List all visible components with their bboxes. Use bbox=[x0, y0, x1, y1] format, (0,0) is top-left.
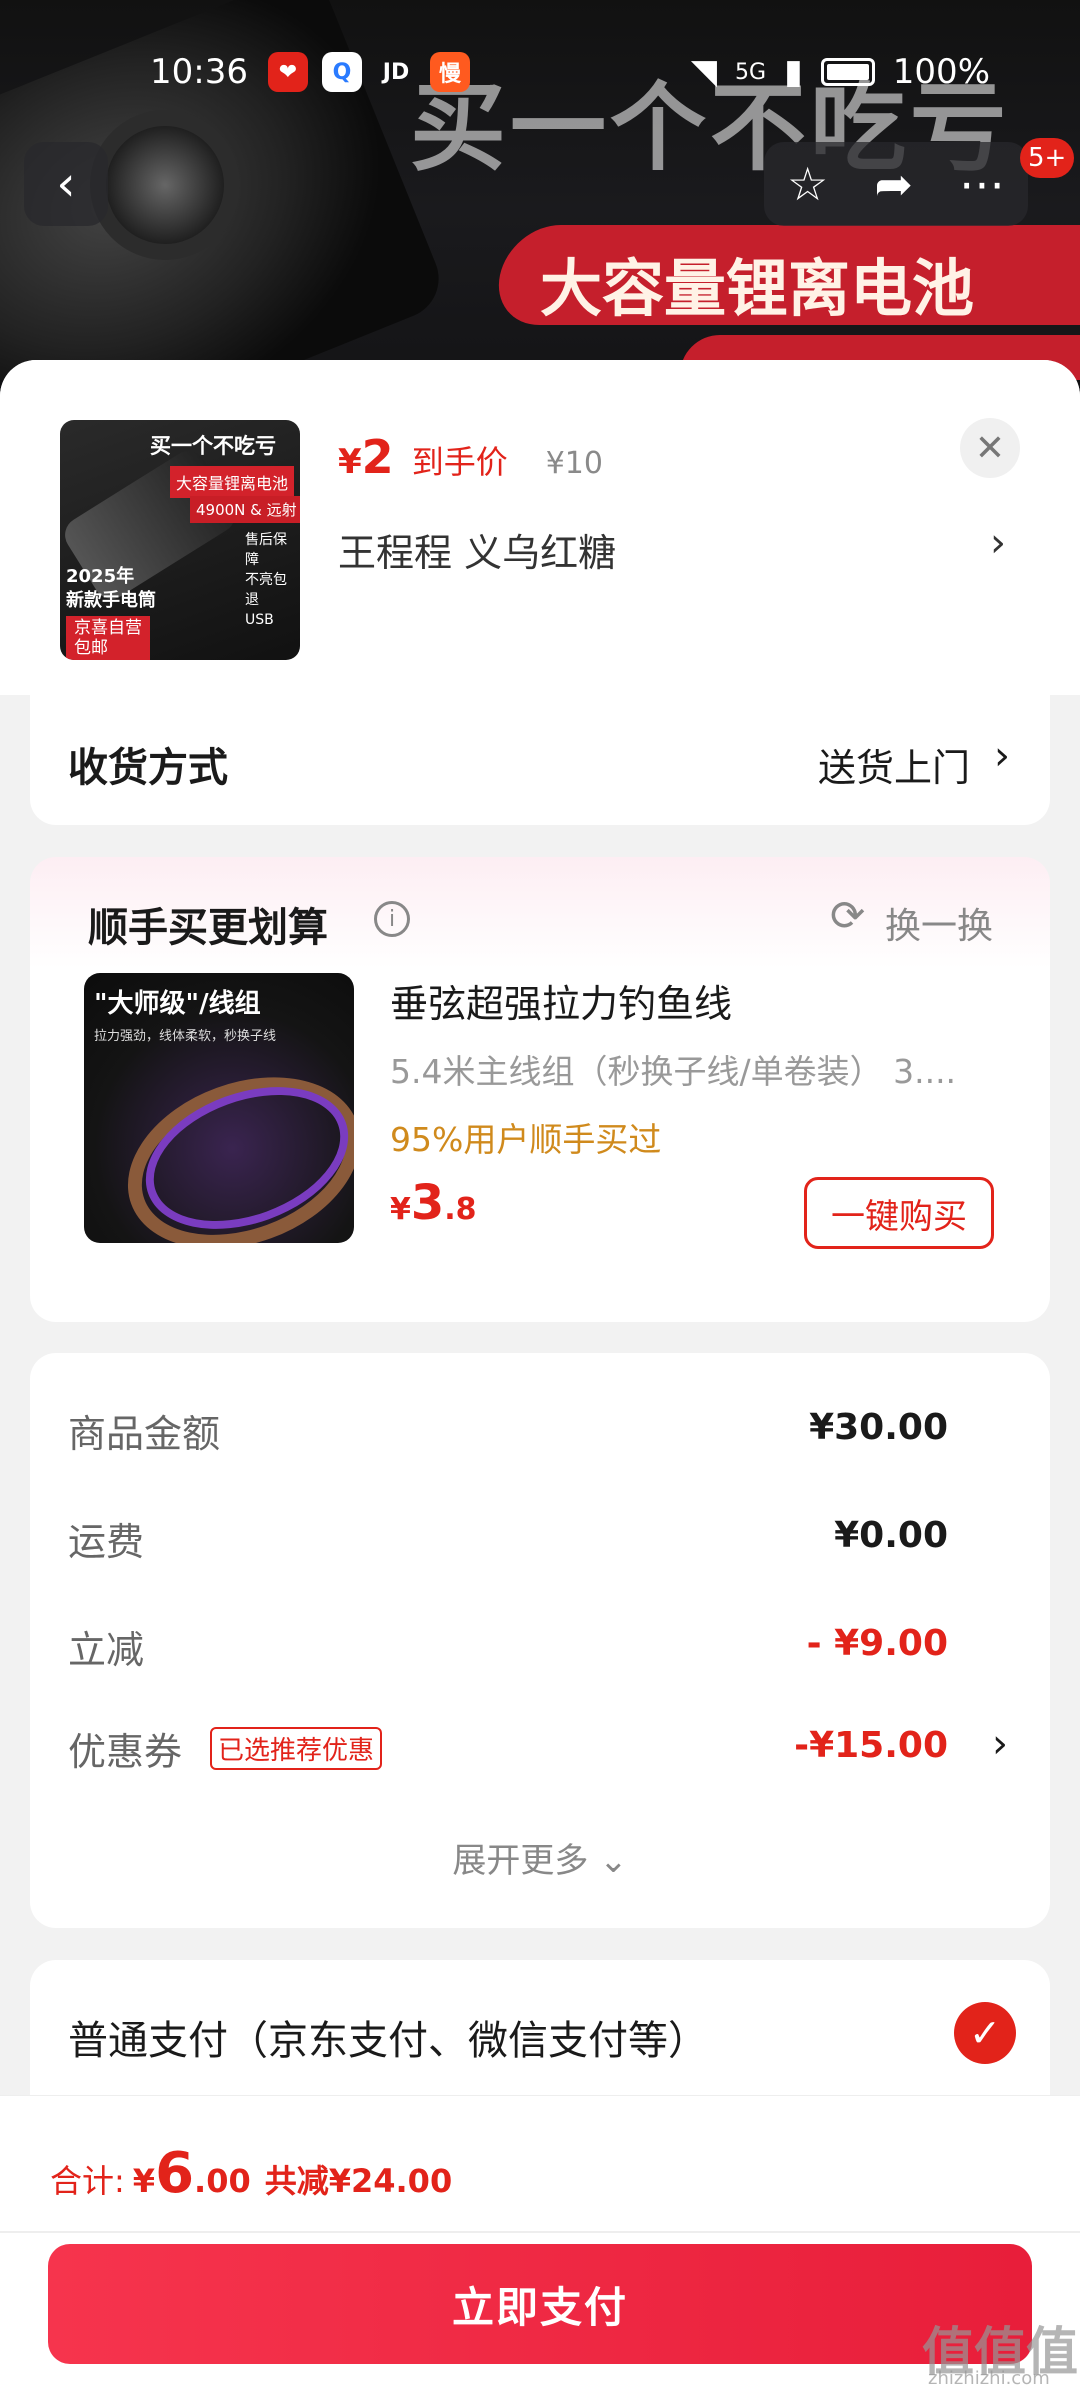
upsell-product-spec: 5.4米主线组（秒换子线/单卷装） 3.... bbox=[390, 1052, 957, 1091]
thumbnail-side-text: 售后保障 不亮包退 USB bbox=[245, 530, 300, 630]
app-heart-icon: ❤ bbox=[268, 52, 308, 92]
app-jd-icon: JD bbox=[382, 59, 410, 85]
refresh-button[interactable]: 换一换 bbox=[885, 897, 993, 949]
thumbnail-spec: 4900N & 远射 bbox=[190, 496, 300, 523]
thumbnail-year-line: 2025年 bbox=[66, 566, 135, 587]
delivery-label: 收货方式 bbox=[68, 745, 228, 791]
thumbnail-side-line: USB bbox=[245, 612, 274, 628]
total-decimal: .00 bbox=[194, 2162, 251, 2200]
status-right: ◥ 5G ▮ 100% bbox=[691, 52, 990, 92]
close-button[interactable]: ✕ bbox=[960, 418, 1020, 478]
total-symbol: ¥ bbox=[132, 2162, 156, 2200]
thumbnail-side-line: 不亮包退 bbox=[245, 572, 287, 608]
upsell-thumbnail-title: "大师级"/线组 bbox=[94, 989, 261, 1019]
price-summary-card: 商品金额 ¥30.00 运费 ¥0.00 立减 - ¥9.00 优惠券 已选推荐… bbox=[30, 1353, 1050, 1928]
upsell-price-decimal: .8 bbox=[444, 1192, 477, 1227]
chevron-right-icon[interactable]: › bbox=[990, 520, 1006, 566]
payment-method-label: 普通支付（京东支付、微信支付等） bbox=[68, 2018, 708, 2064]
hero-promo-banner-text: 大容量锂离电池 bbox=[540, 252, 975, 325]
summary-label: 立减 bbox=[68, 1628, 145, 1672]
coupon-tag: 已选推荐优惠 bbox=[210, 1727, 383, 1770]
back-arrow-icon: ‹ bbox=[56, 156, 76, 212]
thumbnail-side-line: 售后保障 bbox=[245, 532, 287, 568]
check-icon[interactable]: ✓ bbox=[954, 2002, 1016, 2064]
summary-value: ¥0.00 bbox=[834, 1515, 948, 1556]
summary-row-goods: 商品金额 ¥30.00 bbox=[68, 1403, 1008, 1463]
star-icon[interactable]: ☆ bbox=[787, 157, 828, 211]
upsell-card: 顺手买更划算 i ⟳ 换一换 "大师级"/线组 拉力强劲，线体柔软，秒换子线 垂… bbox=[30, 857, 1050, 1322]
upsell-price: ¥ 3 .8 bbox=[390, 1175, 477, 1231]
signal-icon: ▮ bbox=[784, 52, 803, 92]
upsell-product-name[interactable]: 垂弦超强拉力钓鱼线 bbox=[390, 973, 732, 1028]
price-line: ¥ 2 到手价 ¥10 bbox=[338, 430, 603, 484]
thumbnail-banner: 大容量锂离电池 bbox=[170, 466, 295, 498]
app-search-icon: Q bbox=[322, 52, 362, 92]
thumbnail-year: 2025年 新款手电筒 bbox=[66, 565, 156, 613]
summary-label: 商品金额 bbox=[68, 1412, 221, 1456]
final-price-label: 到手价 bbox=[411, 443, 508, 481]
total-saved: 共减¥24.00 bbox=[264, 2162, 453, 2200]
expand-more-button[interactable]: 展开更多 ⌄ bbox=[30, 1833, 1050, 1882]
total-label: 合计: bbox=[50, 2162, 125, 2200]
message-badge: 5+ bbox=[1020, 138, 1075, 178]
summary-label: 运费 bbox=[68, 1520, 145, 1564]
notification-icons: ❤ Q JD 慢 bbox=[268, 52, 470, 92]
summary-row-coupon[interactable]: 优惠券 已选推荐优惠 -¥15.00 › bbox=[68, 1721, 1008, 1781]
hero-action-group: ☆ ➦ ⋯ bbox=[764, 142, 1028, 226]
summary-value: - ¥9.00 bbox=[806, 1623, 948, 1664]
more-icon[interactable]: ⋯ bbox=[959, 157, 1005, 211]
network-type: 5G bbox=[735, 59, 767, 85]
thumbnail-tag: 京喜自营 包邮 bbox=[66, 616, 150, 660]
thumbnail-tag-line: 包邮 bbox=[74, 638, 108, 658]
thumbnail-title: 买一个不吃亏 bbox=[150, 434, 276, 458]
final-price: 2 bbox=[361, 430, 394, 484]
refresh-icon[interactable]: ⟳ bbox=[830, 891, 865, 940]
price-symbol: ¥ bbox=[338, 442, 362, 482]
product-thumbnail: 买一个不吃亏 大容量锂离电池 4900N & 远射 售后保障 不亮包退 USB … bbox=[60, 420, 300, 660]
app-slow-icon: 慢 bbox=[430, 52, 470, 92]
close-icon: ✕ bbox=[974, 427, 1006, 469]
battery-icon bbox=[820, 58, 875, 86]
thumbnail-tag-line: 京喜自营 bbox=[74, 618, 142, 638]
total-line: 合计: ¥ 6 .00 共减¥24.00 bbox=[50, 2141, 452, 2206]
status-bar: 10:36 ❤ Q JD 慢 ◥ 5G ▮ 100% bbox=[0, 40, 1080, 106]
share-icon[interactable]: ➦ bbox=[874, 157, 913, 211]
status-time: 10:36 bbox=[150, 52, 248, 92]
divider bbox=[0, 2231, 1080, 2233]
summary-value: -¥15.00 bbox=[794, 1725, 948, 1766]
summary-row-discount: 立减 - ¥9.00 bbox=[68, 1619, 1008, 1679]
wifi-icon: ◥ bbox=[690, 52, 718, 92]
checkout-sheet: 买一个不吃亏 大容量锂离电池 4900N & 远射 售后保障 不亮包退 USB … bbox=[0, 360, 1080, 2400]
summary-row-shipping: 运费 ¥0.00 bbox=[68, 1511, 1008, 1571]
upsell-social-proof: 95%用户顺手买过 bbox=[390, 1120, 662, 1159]
bottom-checkout-bar: 合计: ¥ 6 .00 共减¥24.00 立即支付 bbox=[0, 2095, 1080, 2400]
chevron-right-icon: › bbox=[992, 1721, 1008, 1767]
back-button[interactable]: ‹ bbox=[24, 142, 108, 226]
original-price: ¥10 bbox=[545, 446, 603, 481]
summary-label: 优惠券 bbox=[68, 1730, 183, 1774]
delivery-method-row[interactable]: 收货方式 送货上门 › bbox=[30, 695, 1050, 825]
battery-level: 100% bbox=[892, 52, 990, 92]
product-summary: 买一个不吃亏 大容量锂离电池 4900N & 远射 售后保障 不亮包退 USB … bbox=[0, 360, 1080, 695]
summary-value: ¥30.00 bbox=[809, 1407, 948, 1448]
sku-selection[interactable]: 王程程 义乌红糖 bbox=[338, 522, 616, 577]
watermark-url: zhizhizhi.com bbox=[928, 2368, 1050, 2389]
info-icon[interactable]: i bbox=[374, 901, 410, 937]
pay-now-button[interactable]: 立即支付 bbox=[48, 2244, 1032, 2364]
chevron-right-icon: › bbox=[994, 733, 1010, 779]
delivery-value: 送货上门 bbox=[817, 746, 970, 790]
total-integer: 6 bbox=[155, 2141, 195, 2206]
upsell-thumbnail[interactable]: "大师级"/线组 拉力强劲，线体柔软，秒换子线 bbox=[84, 973, 354, 1243]
one-click-buy-button[interactable]: 一键购买 bbox=[804, 1177, 994, 1249]
upsell-title: 顺手买更划算 bbox=[88, 905, 328, 951]
upsell-price-integer: 3 bbox=[410, 1175, 445, 1231]
upsell-thumbnail-subtitle: 拉力强劲，线体柔软，秒换子线 bbox=[94, 1029, 277, 1044]
upsell-price-symbol: ¥ bbox=[390, 1192, 411, 1227]
thumbnail-year-line: 新款手电筒 bbox=[66, 590, 156, 611]
